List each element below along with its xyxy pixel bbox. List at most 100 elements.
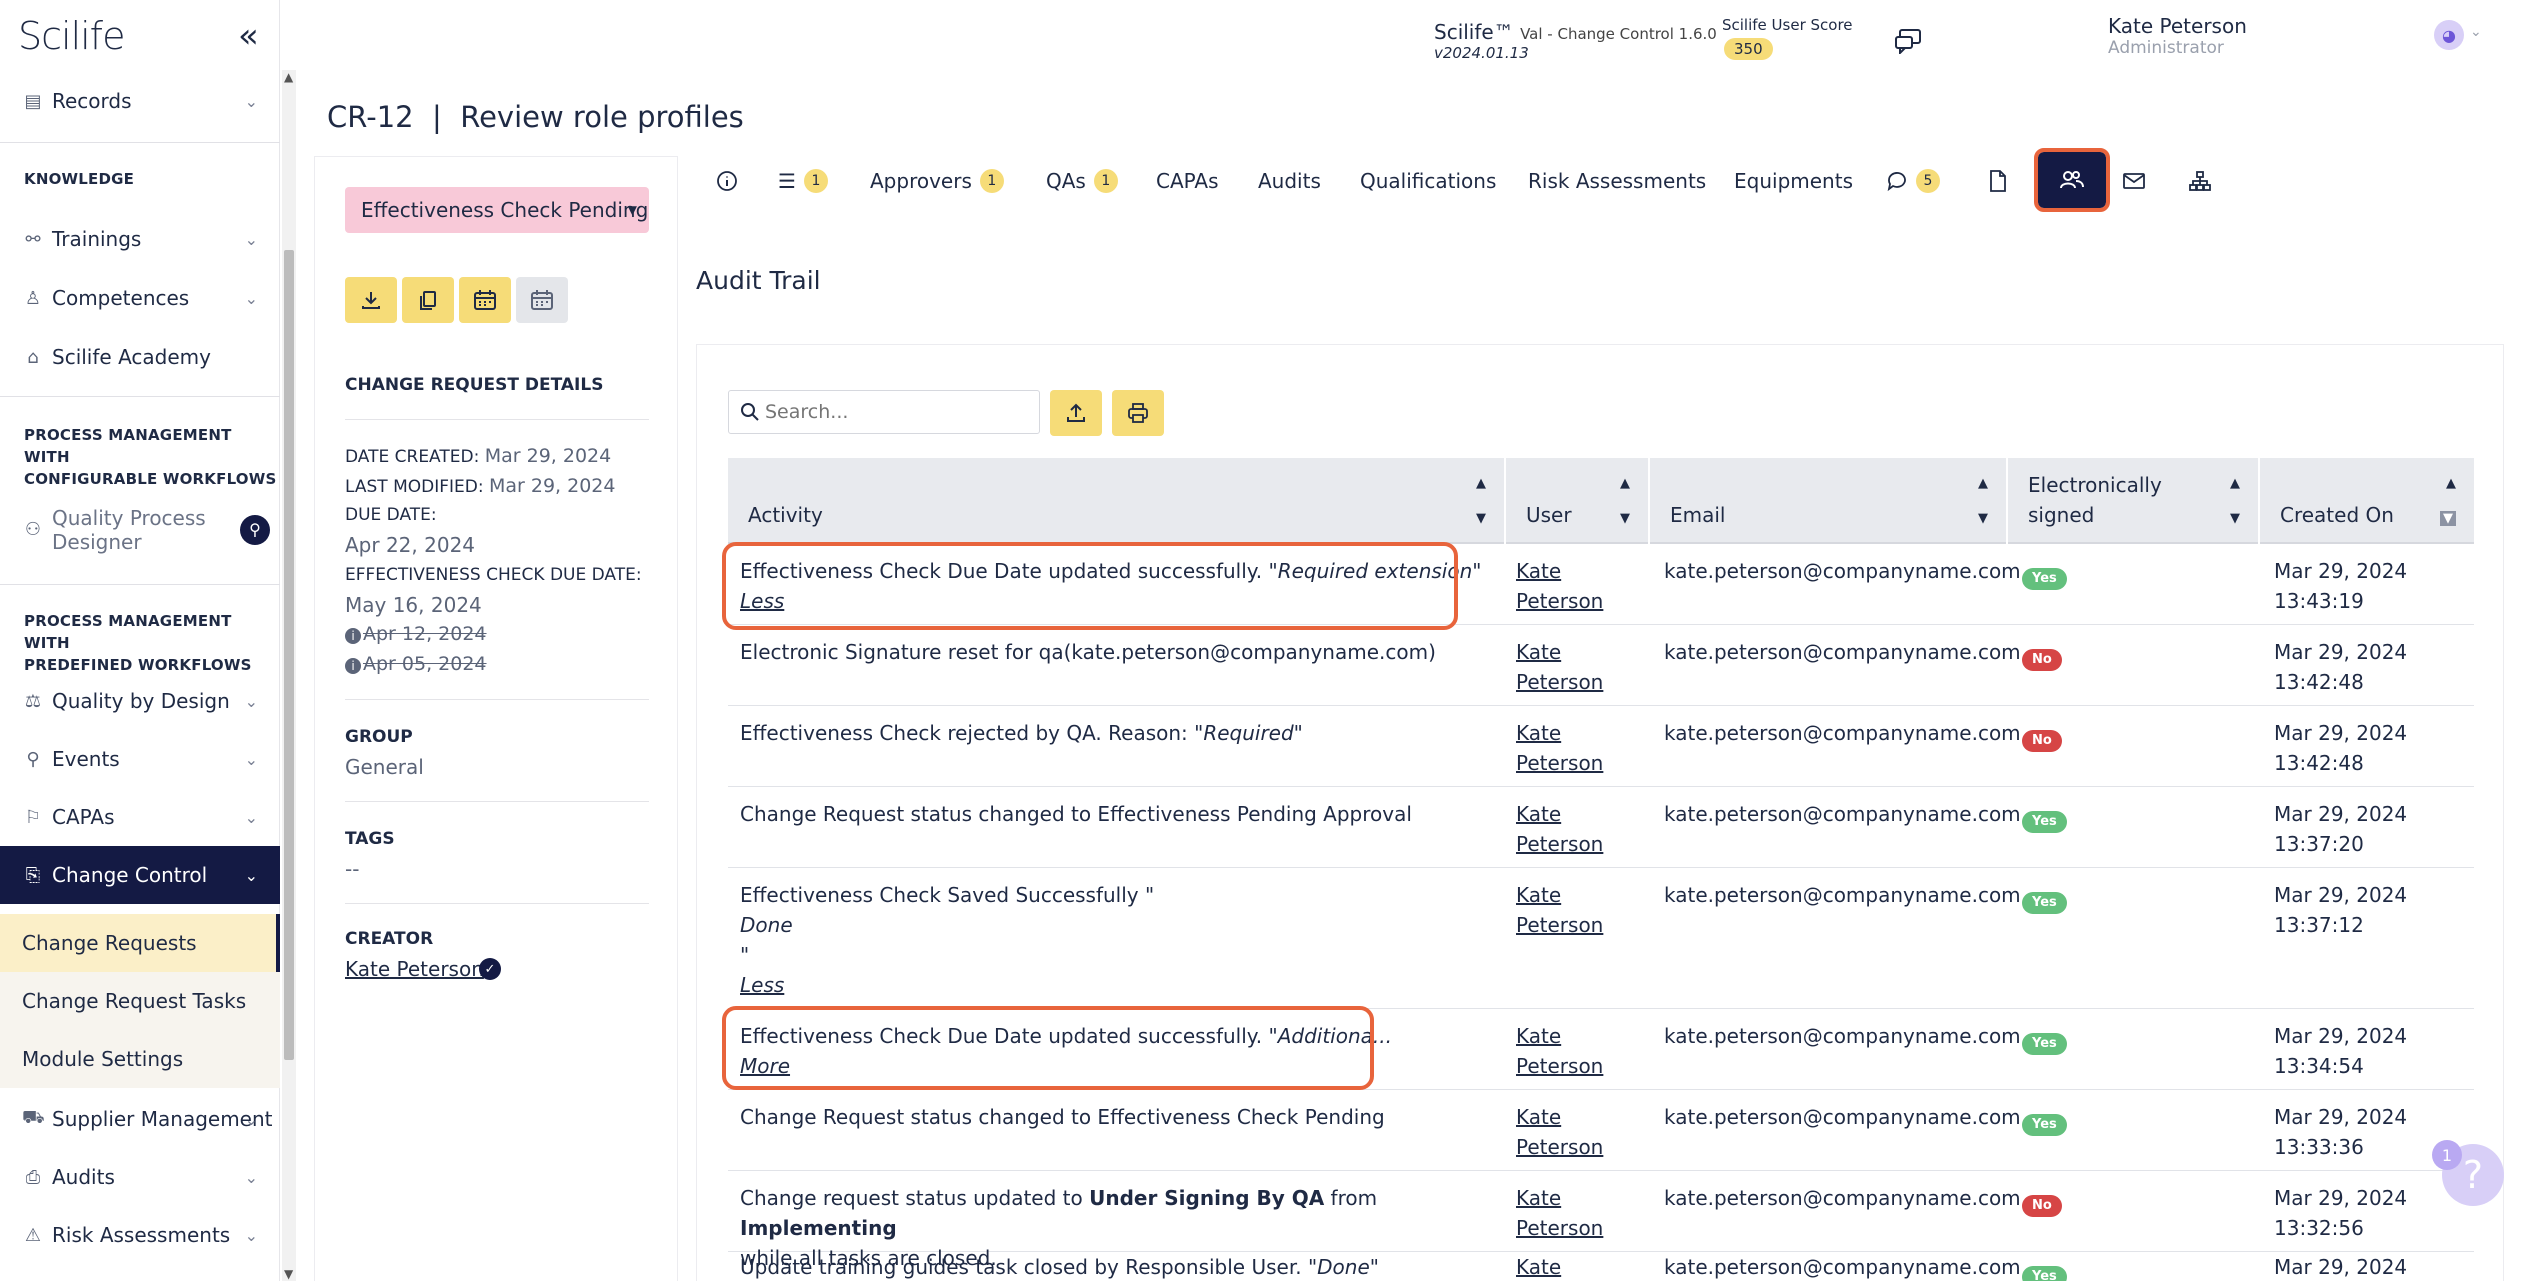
user-score-label: Scilife User Score (1722, 16, 1853, 34)
tab-audit-trail[interactable] (2034, 148, 2110, 212)
sidebar-item-quality-process-designer[interactable]: ⚇ Quality Process Designer ⚲ (0, 500, 280, 560)
chevron-down-icon: ⌄ (244, 288, 258, 308)
sidebar-item-change-request-tasks[interactable]: Change Request Tasks (0, 972, 280, 1030)
tab-audits[interactable]: Audits (1258, 150, 1321, 212)
sort-down-icon: ▼ (1620, 511, 1630, 526)
sidebar: Scilife « ▤ Records ⌄ KNOWLEDGE ⚯ Traini… (0, 0, 280, 1281)
signed-cell: No (2022, 1187, 2062, 1217)
user-name[interactable]: Kate Peterson (2108, 14, 2247, 38)
tab-info[interactable] (716, 150, 738, 212)
tab-qualifications[interactable]: Qualifications (1360, 150, 1496, 212)
column-electronically-signed[interactable]: Electronically signed ▲ ▼ (2008, 458, 2258, 544)
scroll-down-icon[interactable]: ▼ (284, 1267, 293, 1281)
tab-approvers[interactable]: Approvers 1 (870, 150, 1004, 212)
user-link[interactable]: Kate Peterson (1516, 556, 1636, 616)
tab-comments[interactable]: 5 (1886, 150, 1940, 212)
sidebar-item-change-control[interactable]: ⎘ Change Control ⌄ (0, 846, 280, 904)
tab-mail[interactable] (2122, 150, 2146, 212)
column-created-on[interactable]: Created On ▲ ▼ (2260, 458, 2474, 544)
print-button[interactable] (1112, 390, 1164, 436)
sidebar-item-change-requests[interactable]: Change Requests (0, 914, 280, 972)
user-link[interactable]: Kate Peterson (1516, 880, 1636, 940)
sidebar-item-trainings[interactable]: ⚯ Trainings ⌄ (0, 210, 280, 268)
less-link[interactable]: Less (740, 589, 784, 613)
sidebar-item-module-settings[interactable]: Module Settings (0, 1030, 280, 1088)
calendar-button[interactable] (459, 277, 511, 323)
warning-icon: ⚠ (24, 1224, 42, 1246)
calendar-disabled-button[interactable] (516, 277, 568, 323)
tab-capas[interactable]: CAPAs (1156, 150, 1219, 212)
more-link[interactable]: More (740, 1054, 790, 1078)
sidebar-item-label: Quality Process Designer (52, 506, 206, 554)
sort-up-icon: ▲ (1978, 476, 1988, 491)
user-link[interactable]: Kate Peterson (1516, 637, 1636, 697)
creator-link[interactable]: Kate Peterson (345, 957, 484, 981)
label-line: Designer (52, 530, 142, 554)
email-cell: kate.peterson@companyname.com (1664, 1186, 2021, 1210)
sidebar-scrollbar[interactable]: ▲ ▼ (282, 70, 296, 1281)
table-row: Effectiveness Check Saved Successfully "… (728, 868, 2474, 1009)
user-link[interactable]: Kate Peterson (1516, 718, 1636, 778)
export-button[interactable] (1050, 390, 1102, 436)
tab-qas[interactable]: QAs 1 (1046, 150, 1118, 212)
sidebar-item-label: Quality by Design (52, 689, 230, 713)
user-link[interactable]: Kate Peterson (1516, 1183, 1636, 1243)
scilife-logo[interactable]: Scilife (18, 14, 125, 58)
user-link[interactable]: Kate Peterson (1516, 1102, 1636, 1162)
chevron-down-icon: ⌄ (244, 865, 258, 885)
chat-icon[interactable] (1894, 28, 1924, 54)
users-icon (2060, 171, 2084, 189)
chevron-down-icon[interactable]: ⌄ (2470, 24, 2482, 40)
tags-label: TAGS (345, 829, 395, 849)
user-link[interactable]: Kate Peterson (1516, 1021, 1636, 1081)
hierarchy-icon (2189, 171, 2211, 191)
capa-icon: ⚐ (24, 806, 42, 828)
sidebar-item-records[interactable]: ▤ Records ⌄ (0, 72, 280, 130)
search-input[interactable] (728, 390, 1040, 434)
sidebar-item-events[interactable]: ⚲ Events ⌄ (0, 730, 280, 788)
sidebar-item-risk-assessments[interactable]: ⚠ Risk Assessments ⌄ (0, 1206, 280, 1264)
chevron-down-icon: ⌄ (244, 1225, 258, 1245)
column-email[interactable]: Email ▲ ▼ (1650, 458, 2006, 544)
sidebar-item-audits[interactable]: ⎙ Audits ⌄ (0, 1148, 280, 1206)
scrollbar-thumb[interactable] (284, 250, 294, 1060)
sidebar-item-supplier-management[interactable]: ⛟ Supplier Management ⌄ (0, 1090, 280, 1148)
activity-text: Update training guides task closed by Re… (740, 1255, 1308, 1279)
time: 13:42:48 (2274, 670, 2364, 694)
user-link[interactable]: Kate (1516, 1252, 1636, 1281)
avatar[interactable]: ◕ (2434, 20, 2464, 50)
activity-quote: "Additiona... (1268, 1024, 1392, 1048)
tab-equipments[interactable]: Equipments (1734, 150, 1853, 212)
date-cell: Mar 29, 2024 13:34:54 (2274, 1021, 2474, 1081)
sidebar-item-quality-by-design[interactable]: ⚖ Quality by Design ⌄ (0, 672, 280, 730)
column-activity[interactable]: Activity ▲ ▼ (728, 458, 1504, 544)
table-row: Effectiveness Check Due Date updated suc… (728, 544, 2474, 625)
collapse-sidebar-icon[interactable]: « (238, 16, 259, 56)
user-last: Peterson (1516, 751, 1604, 775)
scroll-up-icon[interactable]: ▲ (284, 70, 293, 84)
activity-text: Effectiveness Check Due Date updated suc… (740, 559, 1269, 583)
user-link[interactable]: Kate Peterson (1516, 799, 1636, 859)
sidebar-item-academy[interactable]: ⌂ Scilife Academy (0, 328, 280, 386)
email-cell: kate.peterson@companyname.com (1664, 883, 2021, 907)
app-name: Scilife™ Val - Change Control 1.6.0 (1434, 20, 1717, 44)
less-link[interactable]: Less (740, 973, 784, 997)
chevron-down-icon: ⌄ (244, 807, 258, 827)
copy-button[interactable] (402, 277, 454, 323)
signed-cell: Yes (2022, 1258, 2067, 1281)
sidebar-item-competences[interactable]: ♙ Competences ⌄ (0, 269, 280, 327)
column-user[interactable]: User ▲ ▼ (1506, 458, 1648, 544)
activity-cell: Effectiveness Check Due Date updated suc… (740, 556, 1500, 616)
status-dropdown[interactable]: Effectiveness Check Pending ▼ (345, 187, 649, 233)
sidebar-item-label: Trainings (52, 227, 142, 251)
sort-active-icon: ▼ (2440, 511, 2456, 526)
tab-tasks[interactable]: ☰ 1 (778, 150, 828, 212)
creator-label: CREATOR (345, 929, 434, 949)
download-button[interactable] (345, 277, 397, 323)
tab-risk-assessments[interactable]: Risk Assessments (1528, 150, 1706, 212)
tab-documents[interactable] (1988, 150, 2008, 212)
date: Mar 29, 2024 (2274, 721, 2408, 745)
status-label: Effectiveness Check Pending (361, 198, 649, 222)
tab-hierarchy[interactable] (2188, 150, 2212, 212)
sidebar-item-capas[interactable]: ⚐ CAPAs ⌄ (0, 788, 280, 846)
